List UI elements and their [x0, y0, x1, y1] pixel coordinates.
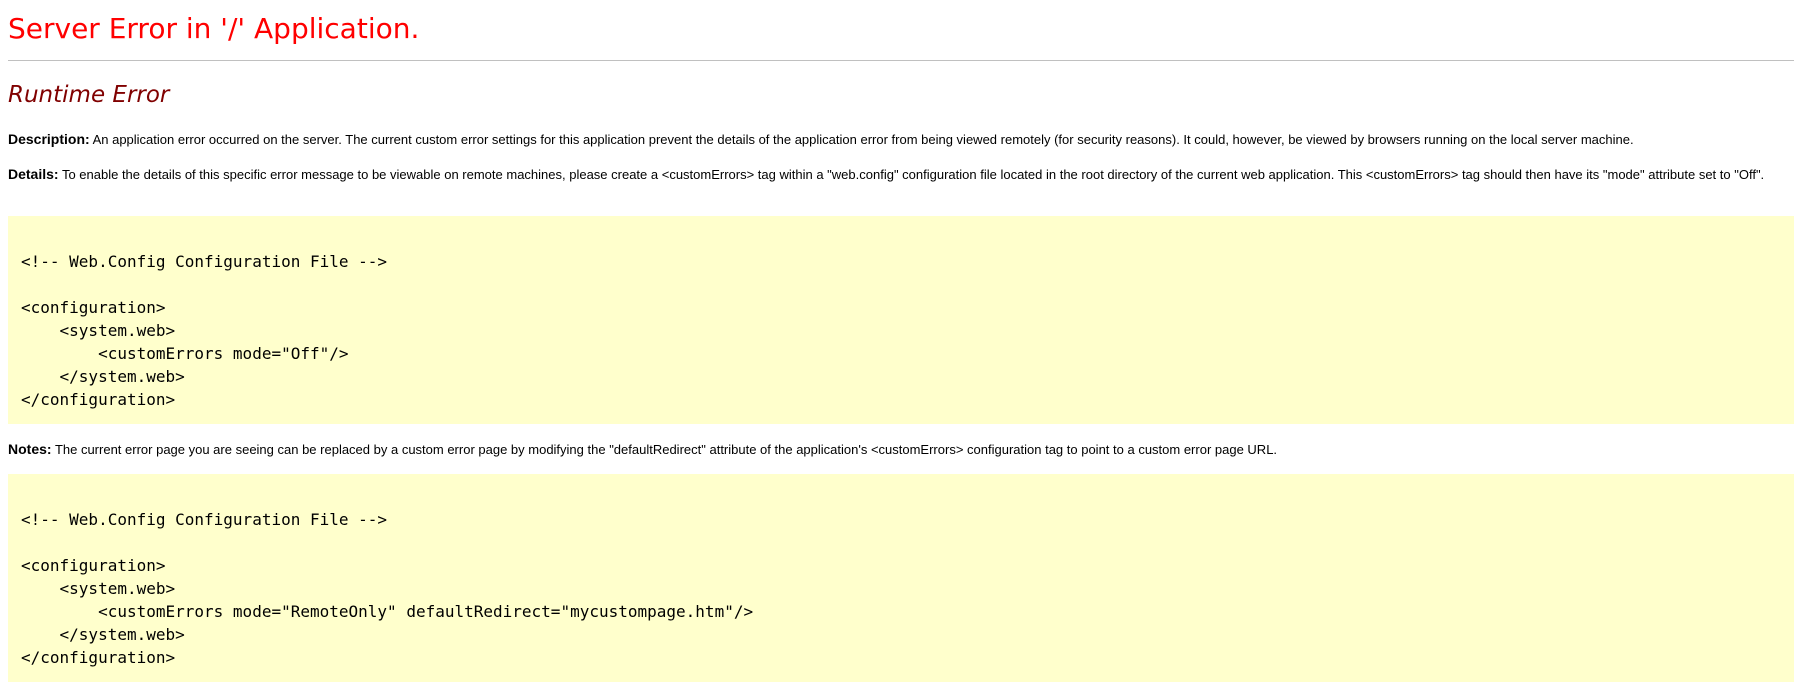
- code-line: <customErrors mode="RemoteOnly" defaultR…: [21, 602, 754, 621]
- code-line: </system.web>: [21, 367, 185, 386]
- code-line: </configuration>: [21, 390, 176, 409]
- notes-paragraph: Notes: The current error page you are se…: [8, 441, 1277, 458]
- code-line: <system.web>: [21, 321, 176, 340]
- details-text: To enable the details of this specific e…: [58, 167, 1765, 182]
- code-line: </system.web>: [21, 625, 185, 644]
- description-label: Description:: [8, 131, 90, 147]
- code-line: <!-- Web.Config Configuration File -->: [21, 510, 388, 529]
- details-label: Details:: [8, 166, 59, 182]
- description-paragraph: Description: An application error occurr…: [8, 131, 1634, 148]
- code-listing: <!-- Web.Config Configuration File --> <c…: [21, 250, 387, 411]
- code-line: <configuration>: [21, 556, 166, 575]
- code-line: <system.web>: [21, 579, 176, 598]
- config-code-block-remoteonly: <!-- Web.Config Configuration File --> <c…: [8, 474, 1794, 682]
- page-title: Server Error in '/' Application.: [8, 12, 420, 45]
- error-subtitle: Runtime Error: [8, 82, 170, 108]
- code-line: <customErrors mode="Off"/>: [21, 344, 349, 363]
- notes-text: The current error page you are seeing ca…: [51, 442, 1278, 457]
- title-divider: [8, 60, 1794, 61]
- details-paragraph: Details: To enable the details of this s…: [8, 166, 1788, 183]
- code-line: <configuration>: [21, 298, 166, 317]
- code-line: </configuration>: [21, 648, 176, 667]
- code-line: <!-- Web.Config Configuration File -->: [21, 252, 388, 271]
- notes-label: Notes:: [8, 441, 52, 457]
- code-listing: <!-- Web.Config Configuration File --> <c…: [21, 508, 753, 669]
- description-text: An application error occurred on the ser…: [89, 132, 1634, 147]
- config-code-block-off: <!-- Web.Config Configuration File --> <c…: [8, 216, 1794, 424]
